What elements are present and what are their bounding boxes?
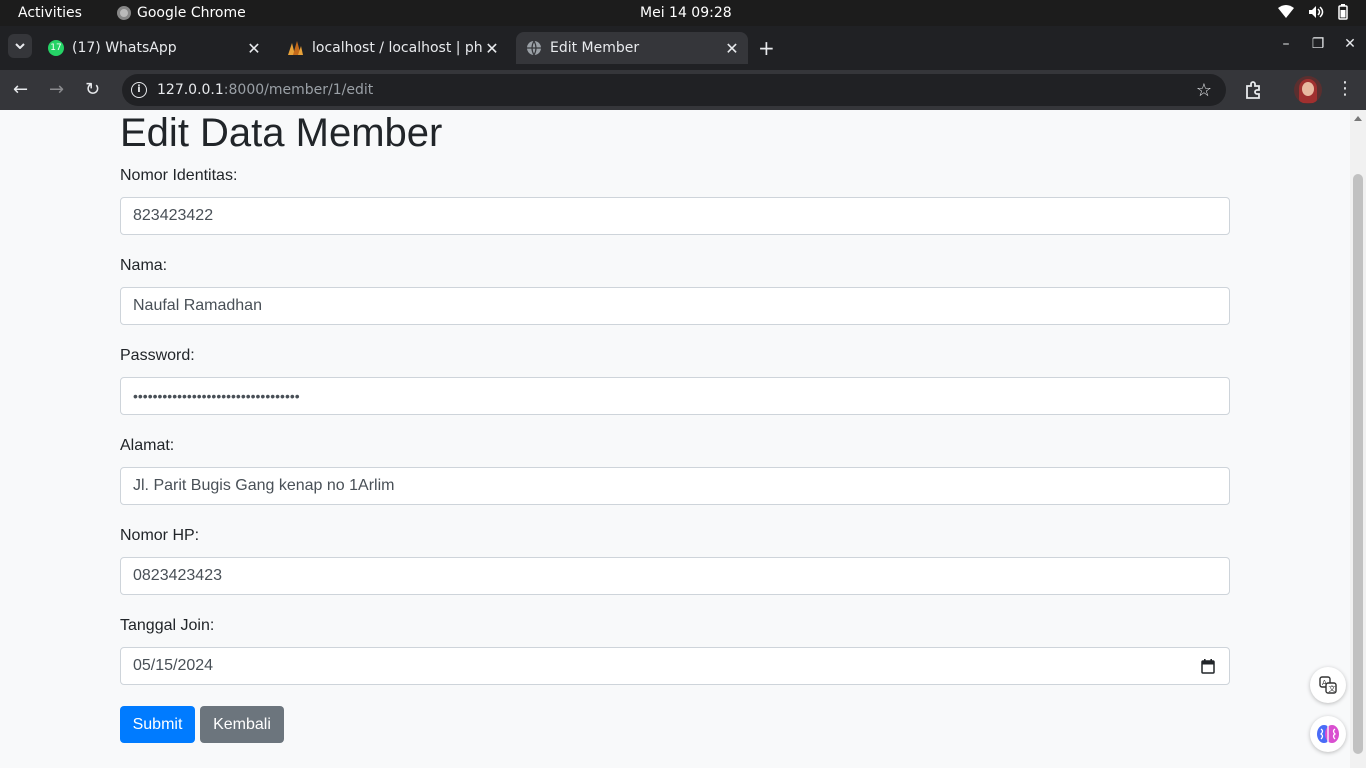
address-bar[interactable]: i 127.0.0.1:8000/member/1/edit ☆ bbox=[122, 74, 1226, 106]
back-arrow-icon[interactable]: ← bbox=[13, 80, 28, 100]
clock[interactable]: Mei 14 09:28 bbox=[640, 5, 732, 21]
browser-toolbar: ← → ↻ i 127.0.0.1:8000/member/1/edit ☆ ⋮ bbox=[0, 70, 1366, 110]
more-menu-icon[interactable]: ⋮ bbox=[1336, 79, 1354, 99]
window-controls: – ❐ ✕ bbox=[1270, 36, 1366, 52]
chrome-icon bbox=[117, 6, 131, 20]
volume-icon bbox=[1309, 6, 1324, 18]
wifi-icon bbox=[1278, 5, 1294, 18]
tab-whatsapp[interactable]: 17 (17) WhatsApp ✕ bbox=[38, 32, 270, 64]
app-name: Google Chrome bbox=[137, 5, 246, 21]
system-tray[interactable] bbox=[1278, 4, 1348, 20]
submit-button[interactable]: Submit bbox=[120, 706, 195, 743]
tab-strip: 17 (17) WhatsApp ✕ localhost / localhost… bbox=[0, 26, 1366, 70]
battery-icon bbox=[1338, 4, 1348, 20]
tab-search-button[interactable] bbox=[8, 34, 32, 58]
alamat-label: Alamat: bbox=[120, 437, 175, 454]
tanggal-join-label: Tanggal Join: bbox=[120, 617, 215, 634]
minimize-icon[interactable]: – bbox=[1270, 36, 1302, 52]
app-menu[interactable]: Google Chrome bbox=[117, 5, 246, 21]
forward-arrow-icon[interactable]: → bbox=[49, 80, 64, 100]
close-window-icon[interactable]: ✕ bbox=[1334, 36, 1366, 52]
date-value: 05/15/2024 bbox=[133, 657, 214, 674]
site-info-icon[interactable]: i bbox=[131, 82, 147, 98]
alamat-input[interactable]: Jl. Parit Bugis Gang kenap no 1Arlim bbox=[120, 467, 1230, 505]
page-scrollbar[interactable] bbox=[1350, 110, 1366, 768]
profile-avatar[interactable] bbox=[1294, 76, 1322, 104]
activities-button[interactable]: Activities bbox=[18, 5, 82, 21]
url-text[interactable]: 127.0.0.1:8000/member/1/edit bbox=[157, 82, 373, 98]
password-label: Password: bbox=[120, 347, 195, 364]
translate-icon: A文 bbox=[1319, 676, 1337, 694]
tab-phpmyadmin[interactable]: localhost / localhost | ph ✕ bbox=[276, 32, 508, 64]
nomor-hp-input[interactable]: 0823423423 bbox=[120, 557, 1230, 595]
tab-label: (17) WhatsApp bbox=[72, 40, 177, 56]
tab-label: localhost / localhost | ph bbox=[312, 40, 483, 56]
close-icon[interactable]: ✕ bbox=[724, 39, 740, 58]
nomor-identitas-label: Nomor Identitas: bbox=[120, 167, 238, 184]
tanggal-join-input[interactable]: 05/15/2024 bbox=[120, 647, 1230, 685]
close-icon[interactable]: ✕ bbox=[246, 39, 262, 58]
nomor-hp-label: Nomor HP: bbox=[120, 527, 200, 544]
kembali-button[interactable]: Kembali bbox=[200, 706, 284, 743]
system-top-bar: Activities Google Chrome Mei 14 09:28 bbox=[0, 0, 1366, 26]
reload-icon[interactable]: ↻ bbox=[85, 80, 100, 100]
whatsapp-icon: 17 bbox=[48, 40, 64, 56]
page-content: Edit Data Member Nomor Identitas: 823423… bbox=[0, 110, 1350, 768]
globe-icon bbox=[527, 40, 541, 56]
nama-label: Nama: bbox=[120, 257, 168, 274]
scroll-thumb[interactable] bbox=[1353, 174, 1363, 754]
ai-assistant-button[interactable] bbox=[1310, 716, 1346, 752]
page-title: Edit Data Member bbox=[120, 111, 443, 155]
scroll-up-icon[interactable] bbox=[1354, 116, 1362, 121]
svg-text:A: A bbox=[1322, 679, 1327, 687]
nomor-identitas-input[interactable]: 823423422 bbox=[120, 197, 1230, 235]
calendar-icon[interactable] bbox=[1201, 659, 1215, 674]
extensions-icon[interactable] bbox=[1244, 80, 1264, 100]
phpmyadmin-icon bbox=[288, 41, 303, 55]
new-tab-button[interactable]: + bbox=[758, 38, 775, 58]
bookmark-star-icon[interactable]: ☆ bbox=[1196, 80, 1212, 101]
brain-icon bbox=[1317, 725, 1339, 743]
svg-text:文: 文 bbox=[1329, 684, 1336, 693]
restore-icon[interactable]: ❐ bbox=[1302, 36, 1334, 52]
password-input[interactable]: •••••••••••••••••••••••••••••••••• bbox=[120, 377, 1230, 415]
chevron-down-icon bbox=[15, 43, 25, 49]
tab-label: Edit Member bbox=[550, 40, 640, 56]
tab-edit-member[interactable]: Edit Member ✕ bbox=[516, 32, 748, 64]
close-icon[interactable]: ✕ bbox=[484, 39, 500, 58]
nama-input[interactable]: Naufal Ramadhan bbox=[120, 287, 1230, 325]
translate-button[interactable]: A文 bbox=[1310, 667, 1346, 703]
